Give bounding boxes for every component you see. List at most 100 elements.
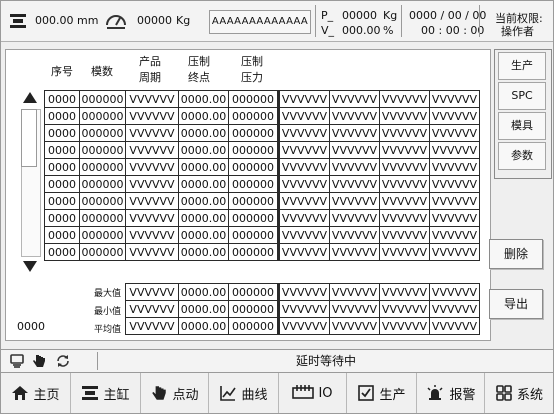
gauge-icon — [105, 11, 127, 35]
stat-cell: VVVVVV — [279, 300, 330, 318]
table-cell: 000000 — [79, 243, 126, 261]
scroll-thumb[interactable] — [21, 109, 37, 167]
header-endpoint-line1: 压制 — [188, 55, 210, 68]
stat-cell: 0000.00 — [178, 317, 229, 335]
table-cell: 0000.00 — [178, 141, 229, 159]
table-cell: VVVVVV — [429, 107, 480, 125]
table-cell: VVVVVV — [329, 107, 380, 125]
table-cell: VVVVVV — [429, 175, 480, 193]
delete-button[interactable]: 删除 — [489, 239, 543, 269]
home-icon — [12, 386, 29, 400]
header-cycle: 产品 周期 — [135, 54, 165, 86]
refresh-icon[interactable] — [55, 353, 71, 373]
table-row[interactable]: 0000 000000 VVVVVV 0000.00 000000 VVVVVV VVVVV… — [44, 141, 480, 159]
position-unit: mm — [77, 14, 99, 27]
scroll-down-button[interactable] — [19, 257, 41, 275]
v-label: V_ — [321, 24, 335, 37]
hand-icon — [152, 386, 167, 400]
status-divider — [97, 352, 98, 370]
table-cell: VVVVVV — [125, 141, 179, 159]
tab-production[interactable]: 生产 — [498, 52, 546, 80]
stat-cell: VVVVVV — [379, 300, 430, 318]
table-cell: 000000 — [228, 90, 278, 108]
nav-main-cylinder[interactable]: 主缸 — [71, 373, 141, 413]
mold-model-button[interactable]: AAAAAAAAAAAAA — [209, 10, 311, 34]
stat-row: VVVVVV 0000.00 000000 VVVVVV VVVVVV VVVVVV VVV… — [125, 283, 480, 301]
scroll-up-button[interactable] — [19, 89, 41, 107]
bottom-navigation: 主页 主缸 点动 曲线 IO 生产 报警 系统 — [1, 373, 553, 413]
table-row[interactable]: 0000 000000 VVVVVV 0000.00 000000 VVVVVV VVVVV… — [44, 107, 480, 125]
nav-main-cylinder-label: 主缸 — [103, 387, 130, 403]
table-cell: 0000 — [44, 209, 80, 227]
nav-io[interactable]: IO — [279, 373, 347, 413]
table-row[interactable]: 0000 000000 VVVVVV 0000.00 000000 VVVVVV VVVVV… — [44, 243, 480, 261]
table-cell: VVVVVV — [329, 192, 380, 210]
table-cell: VVVVVV — [125, 175, 179, 193]
tab-mold[interactable]: 模具 — [498, 112, 546, 140]
table-cell: 000000 — [228, 141, 278, 159]
table-cell: 000000 — [79, 124, 126, 142]
statistics-table: VVVVVV 0000.00 000000 VVVVVV VVVVVV VVVVVV VVV… — [125, 283, 480, 335]
nav-jog[interactable]: 点动 — [141, 373, 209, 413]
table-cell: VVVVVV — [329, 226, 380, 244]
monitor-icon[interactable] — [9, 353, 25, 373]
nav-home-label: 主页 — [33, 387, 60, 403]
table-row[interactable]: 0000 000000 VVVVVV 0000.00 000000 VVVVVV VVVVV… — [44, 175, 480, 193]
table-cell: 0000 — [44, 107, 80, 125]
p-value: 00000 — [342, 9, 377, 22]
nav-home[interactable]: 主页 — [1, 373, 71, 413]
table-scrollbar[interactable] — [19, 89, 41, 275]
status-bar: 延时等待中 — [1, 349, 553, 373]
nav-io-label: IO — [318, 385, 333, 401]
nav-curve-label: 曲线 — [241, 387, 268, 403]
table-row[interactable]: 0000 000000 VVVVVV 0000.00 000000 VVVVVV VVVVV… — [44, 124, 480, 142]
table-cell: 0000.00 — [178, 175, 229, 193]
stat-cell: VVVVVV — [125, 283, 179, 301]
nav-curve[interactable]: 曲线 — [209, 373, 279, 413]
table-cell: VVVVVV — [279, 192, 330, 210]
table-cell: VVVVVV — [125, 158, 179, 176]
table-row[interactable]: 0000 000000 VVVVVV 0000.00 000000 VVVVVV VVVVV… — [44, 90, 480, 108]
alarm-icon — [427, 385, 444, 400]
table-cell: VVVVVV — [379, 90, 430, 108]
record-count: 0000 — [17, 320, 45, 333]
table-cell: VVVVVV — [429, 209, 480, 227]
table-row[interactable]: 0000 000000 VVVVVV 0000.00 000000 VVVVVV VVVVV… — [44, 158, 480, 176]
stat-cell: VVVVVV — [125, 300, 179, 318]
table-row[interactable]: 0000 000000 VVVVVV 0000.00 000000 VVVVVV VVVVV… — [44, 209, 480, 227]
stat-cell: VVVVVV — [379, 317, 430, 335]
table-row[interactable]: 0000 000000 VVVVVV 0000.00 000000 VVVVVV VVVVV… — [44, 226, 480, 244]
stat-label-max: 最大值 — [93, 289, 121, 299]
table-cell: VVVVVV — [379, 124, 430, 142]
stat-cell: 0000.00 — [178, 283, 229, 301]
nav-alarm[interactable]: 报警 — [417, 373, 485, 413]
hand-icon[interactable] — [31, 353, 47, 373]
nav-production[interactable]: 生产 — [347, 373, 417, 413]
production-records-table: 0000 000000 VVVVVV 0000.00 000000 VVVVVV VVVVV… — [44, 90, 480, 261]
header-pressure-line2: 压力 — [241, 71, 263, 84]
tab-spc[interactable]: SPC — [498, 82, 546, 110]
table-cell: 000000 — [79, 158, 126, 176]
status-header: 000.00 mm 00000 Kg AAAAAAAAAAAAA P_ 0000… — [1, 1, 553, 42]
table-cell: VVVVVV — [429, 226, 480, 244]
cylinder-icon — [9, 12, 27, 34]
io-terminal-icon — [292, 385, 315, 399]
export-button[interactable]: 导出 — [489, 289, 543, 319]
permission-value[interactable]: 操作者 — [501, 23, 534, 39]
nav-system[interactable]: 系统 — [485, 373, 553, 413]
table-cell: 0000 — [44, 175, 80, 193]
table-cell: 000000 — [228, 124, 278, 142]
table-cell: 000000 — [79, 192, 126, 210]
stat-cell: VVVVVV — [429, 300, 480, 318]
table-row[interactable]: 0000 000000 VVVVVV 0000.00 000000 VVVVVV VVVVV… — [44, 192, 480, 210]
table-cell: 0000.00 — [178, 107, 229, 125]
stat-label-avg: 平均值 — [93, 325, 121, 335]
cylinder-icon — [82, 386, 99, 400]
table-cell: VVVVVV — [429, 124, 480, 142]
table-cell: VVVVVV — [379, 209, 430, 227]
tab-parameters[interactable]: 参数 — [498, 142, 546, 170]
time-display: 00 : 00 : 00 — [421, 24, 485, 37]
table-cell: VVVVVV — [125, 192, 179, 210]
table-cell: VVVVVV — [379, 141, 430, 159]
table-cell: VVVVVV — [429, 90, 480, 108]
